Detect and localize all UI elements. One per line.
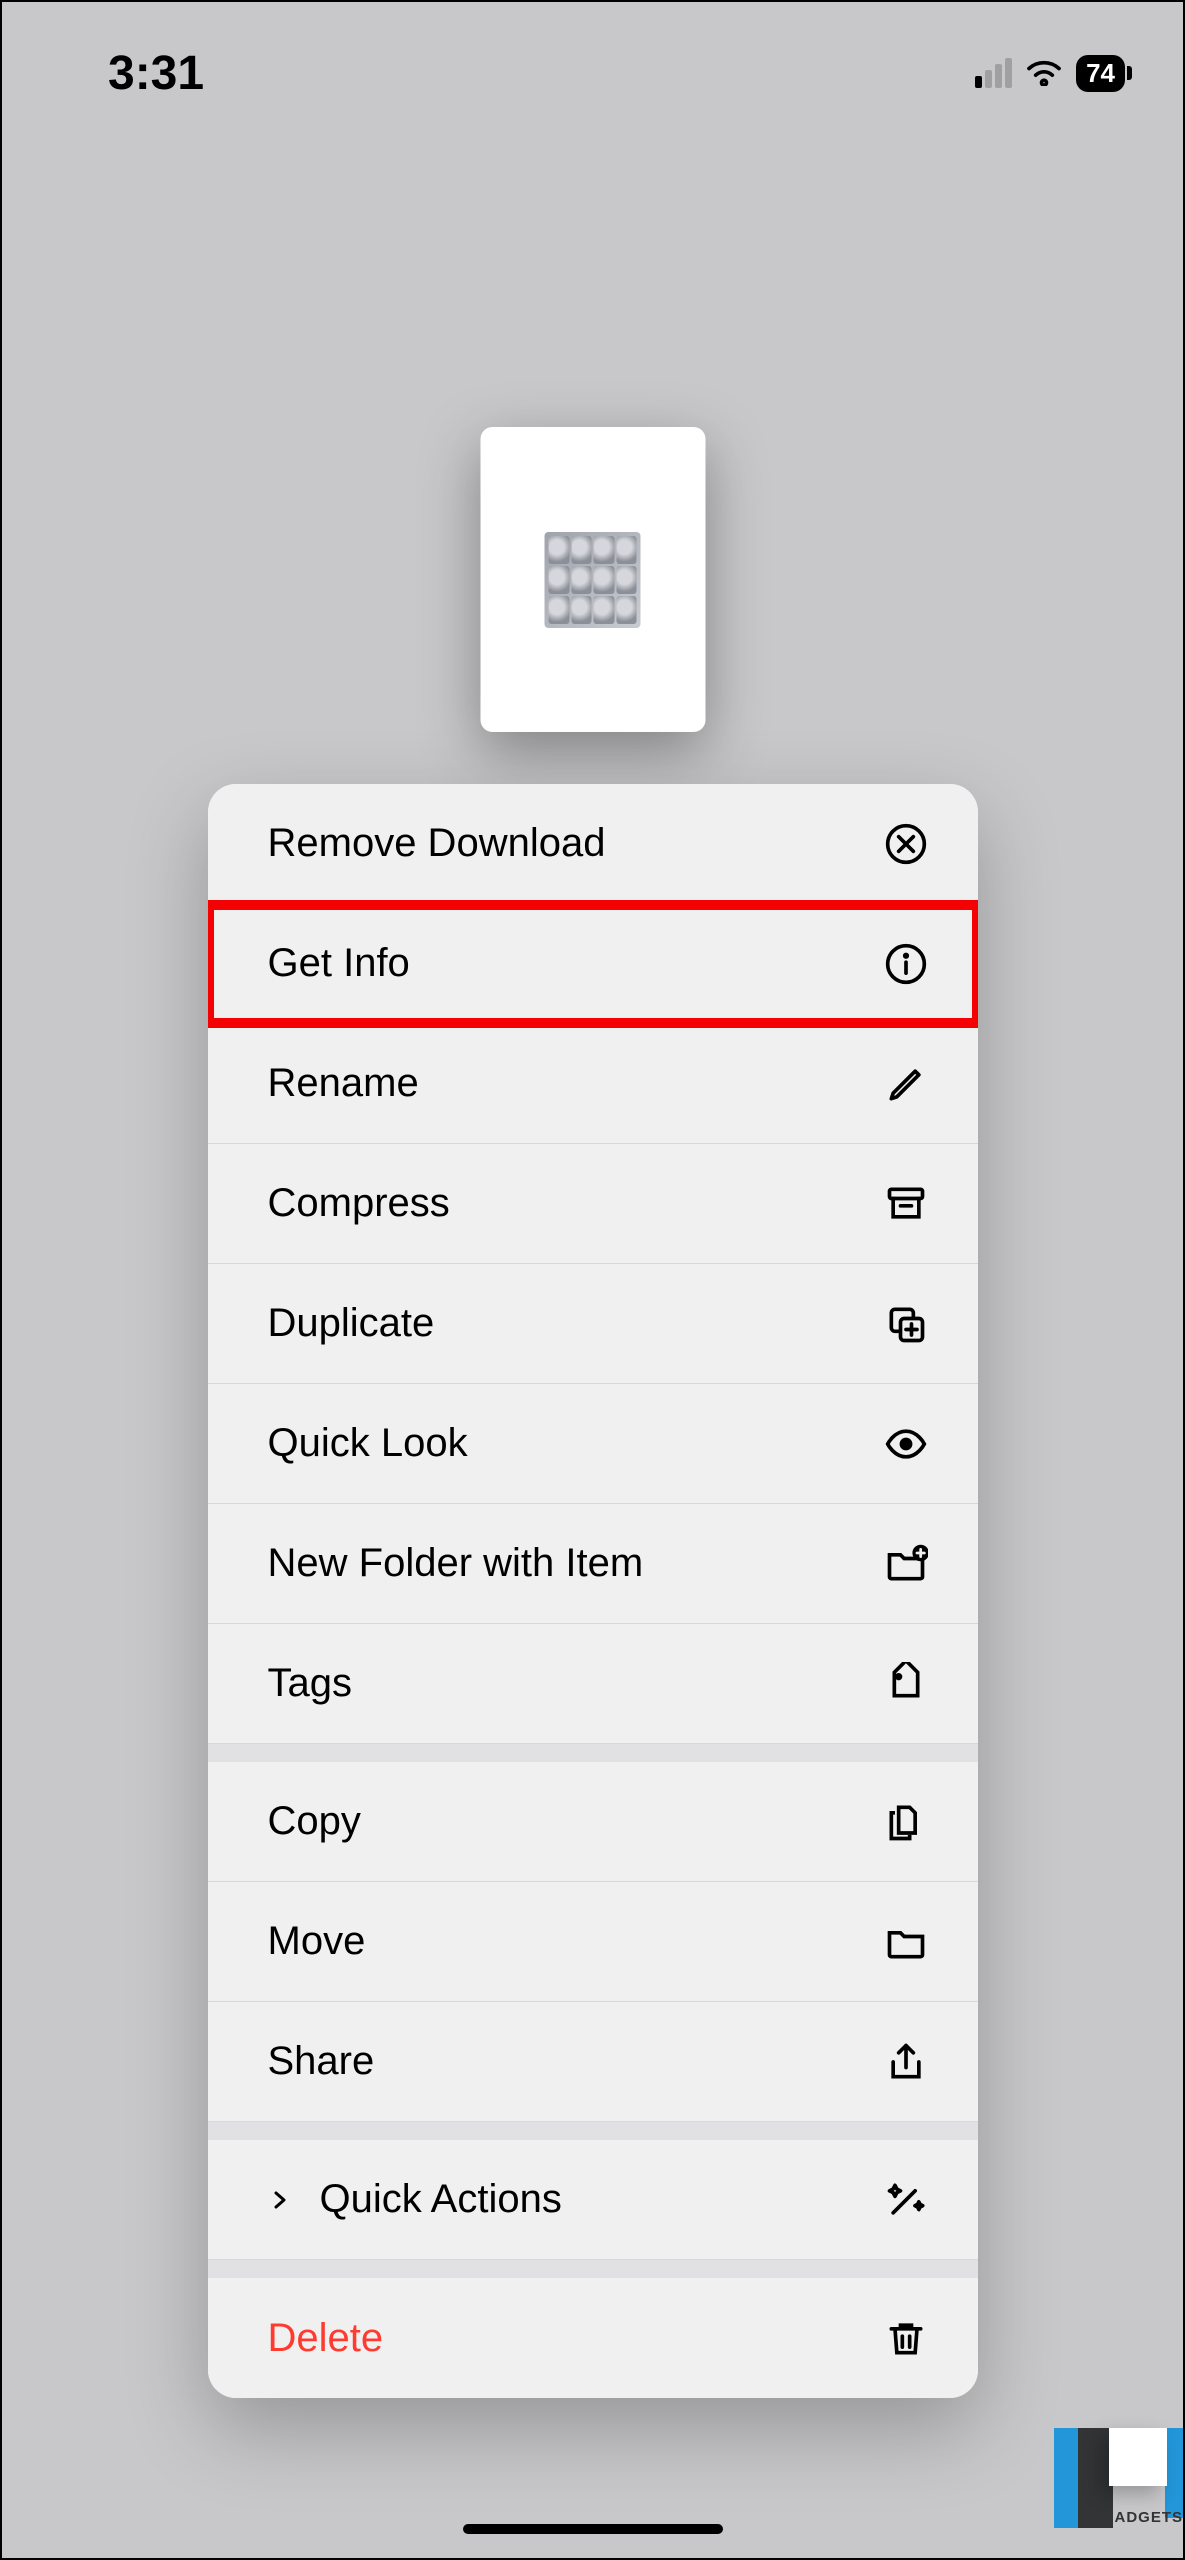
folder-icon xyxy=(882,1920,930,1964)
new-folder-with-item[interactable]: New Folder with Item xyxy=(208,1504,978,1624)
pencil-icon xyxy=(882,1062,930,1106)
menu-label: Compress xyxy=(268,1181,882,1226)
share-item[interactable]: Share xyxy=(208,2002,978,2122)
chevron-right-icon xyxy=(268,2188,292,2212)
share-icon xyxy=(882,2040,930,2084)
menu-label: Move xyxy=(268,1919,882,1964)
menu-separator xyxy=(208,2122,978,2140)
file-preview-thumbnail[interactable] xyxy=(480,427,705,732)
watermark-text: GADGETS xyxy=(1102,2509,1183,2526)
wifi-icon xyxy=(1024,56,1064,91)
cellular-icon xyxy=(975,58,1012,88)
duplicate-item[interactable]: Duplicate xyxy=(208,1264,978,1384)
file-thumbnail-image xyxy=(545,532,641,628)
menu-separator xyxy=(208,2260,978,2278)
new-folder-icon xyxy=(882,1542,930,1586)
context-menu: Remove Download Get Info Rename Compress xyxy=(208,784,978,2398)
eye-icon xyxy=(882,1422,930,1466)
menu-label: Quick Look xyxy=(268,1421,882,1466)
tag-icon xyxy=(882,1662,930,1706)
battery-indicator: 74 xyxy=(1076,55,1125,92)
archive-icon xyxy=(882,1182,930,1226)
menu-label: Remove Download xyxy=(268,821,882,866)
menu-label: New Folder with Item xyxy=(268,1541,882,1586)
home-indicator[interactable] xyxy=(463,2524,723,2534)
menu-label: Tags xyxy=(268,1661,882,1706)
status-time: 3:31 xyxy=(108,46,204,101)
menu-label: Delete xyxy=(268,2316,882,2361)
quick-actions-item[interactable]: Quick Actions xyxy=(208,2140,978,2260)
menu-label: Get Info xyxy=(268,941,882,986)
menu-label: Quick Actions xyxy=(320,2177,882,2222)
menu-label: Duplicate xyxy=(268,1301,882,1346)
trash-icon xyxy=(882,2316,930,2360)
quick-look-item[interactable]: Quick Look xyxy=(208,1384,978,1504)
status-bar: 3:31 74 xyxy=(2,2,1183,112)
ios-files-context-menu-screen: 3:31 74 Remove Download xyxy=(2,2,1183,2558)
info-icon xyxy=(882,942,930,986)
duplicate-icon xyxy=(882,1302,930,1346)
copy-item[interactable]: Copy xyxy=(208,1762,978,1882)
remove-download-icon xyxy=(882,822,930,866)
compress-item[interactable]: Compress xyxy=(208,1144,978,1264)
tags-item[interactable]: Tags xyxy=(208,1624,978,1744)
menu-label: Share xyxy=(268,2039,882,2084)
wand-icon xyxy=(882,2178,930,2222)
rename-item[interactable]: Rename xyxy=(208,1024,978,1144)
menu-label: Copy xyxy=(268,1799,882,1844)
remove-download-item[interactable]: Remove Download xyxy=(208,784,978,904)
menu-separator xyxy=(208,1744,978,1762)
watermark: GADGETS xyxy=(1054,2428,1183,2528)
status-indicators: 74 xyxy=(975,55,1125,92)
move-item[interactable]: Move xyxy=(208,1882,978,2002)
get-info-item[interactable]: Get Info xyxy=(208,904,978,1024)
delete-item[interactable]: Delete xyxy=(208,2278,978,2398)
copy-icon xyxy=(882,1800,930,1844)
menu-label: Rename xyxy=(268,1061,882,1106)
